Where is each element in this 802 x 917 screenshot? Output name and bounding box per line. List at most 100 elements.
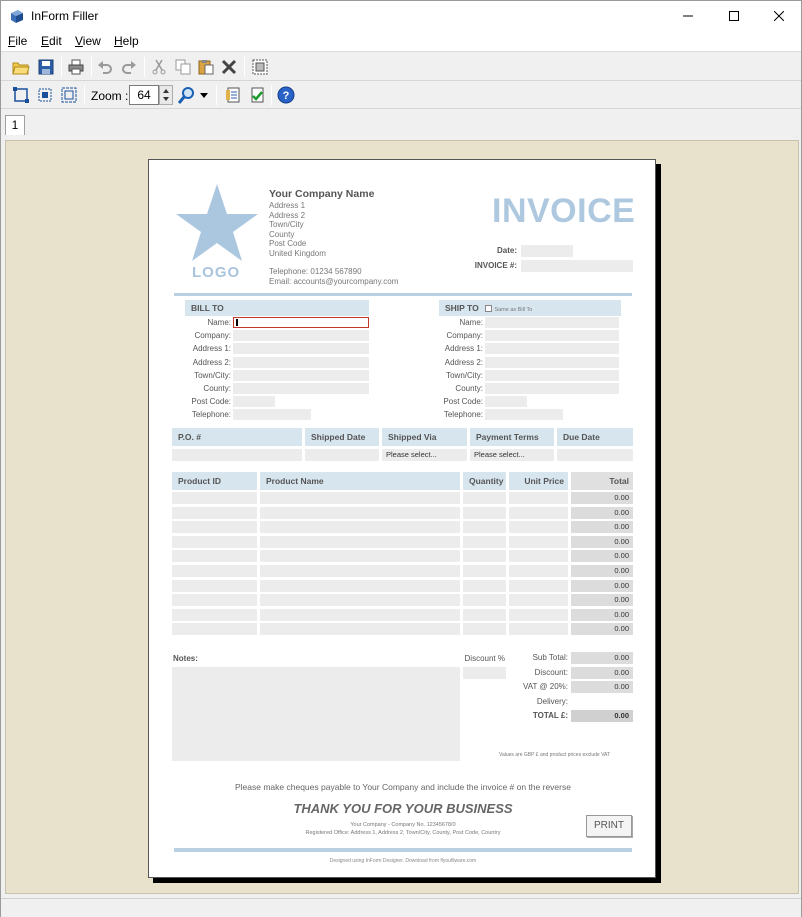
item-cell[interactable] xyxy=(260,535,460,548)
item-cell[interactable] xyxy=(260,521,460,534)
same-as-bill-checkbox[interactable] xyxy=(485,305,493,312)
item-cell[interactable] xyxy=(260,579,460,592)
item-cell[interactable] xyxy=(172,579,257,592)
notes-field[interactable] xyxy=(172,667,460,761)
item-cell[interactable] xyxy=(463,579,506,592)
print-button[interactable]: PRINT xyxy=(586,815,632,837)
item-cell[interactable] xyxy=(463,506,506,519)
paste-button[interactable] xyxy=(196,57,216,77)
item-cell[interactable] xyxy=(509,521,568,534)
item-cell[interactable] xyxy=(260,492,460,504)
bill-to-field[interactable] xyxy=(233,383,369,394)
bill-to-field[interactable] xyxy=(233,317,369,328)
item-cell[interactable] xyxy=(509,535,568,548)
item-cell[interactable] xyxy=(172,521,257,534)
date-field[interactable] xyxy=(521,245,573,257)
zoom-input[interactable]: 64 xyxy=(129,85,159,105)
ship-to-field[interactable] xyxy=(485,330,619,342)
item-cell[interactable] xyxy=(172,608,257,621)
open-button[interactable] xyxy=(11,57,31,77)
item-cell[interactable] xyxy=(463,594,506,607)
discount-pct-field[interactable] xyxy=(463,667,506,679)
menu-edit[interactable]: Edit xyxy=(41,34,62,48)
maximize-button[interactable] xyxy=(711,1,757,31)
invoice-number-field[interactable] xyxy=(521,260,633,272)
due-date-field[interactable] xyxy=(557,449,633,461)
item-cell[interactable] xyxy=(172,594,257,607)
minimize-button[interactable] xyxy=(665,1,711,31)
ship-to-field[interactable] xyxy=(485,409,563,421)
item-cell[interactable] xyxy=(260,550,460,563)
item-cell[interactable] xyxy=(260,608,460,621)
shipped-via-select[interactable]: Please select... xyxy=(382,449,467,461)
save-button[interactable] xyxy=(36,57,56,77)
cut-button[interactable] xyxy=(149,57,169,77)
validate-icon xyxy=(251,87,264,103)
menu-view[interactable]: View xyxy=(75,34,101,48)
bill-to-field[interactable] xyxy=(233,356,369,368)
delete-button[interactable] xyxy=(219,57,239,77)
ship-to-field[interactable] xyxy=(485,343,619,355)
item-cell[interactable] xyxy=(260,506,460,519)
ship-to-field[interactable] xyxy=(485,369,619,381)
zoom-button[interactable] xyxy=(177,85,197,105)
bill-to-field[interactable] xyxy=(233,369,369,381)
item-cell[interactable] xyxy=(509,608,568,621)
item-cell[interactable] xyxy=(509,506,568,519)
item-cell[interactable] xyxy=(509,550,568,563)
values-note: Values are GBP £ and product prices excl… xyxy=(499,752,611,758)
payment-terms-select[interactable]: Please select... xyxy=(470,449,554,461)
item-cell[interactable] xyxy=(172,550,257,563)
item-cell[interactable] xyxy=(463,565,506,577)
bill-to-field[interactable] xyxy=(233,343,369,355)
item-cell[interactable] xyxy=(509,579,568,592)
ship-to-field[interactable] xyxy=(485,356,619,368)
help-button[interactable]: ? xyxy=(276,85,296,105)
page-tab-1[interactable]: 1 xyxy=(5,115,25,135)
bill-to-header: BILL TO xyxy=(185,300,369,316)
item-cell[interactable] xyxy=(172,492,257,504)
zoom-dropdown[interactable] xyxy=(197,85,211,105)
actual-size-button[interactable] xyxy=(59,85,79,105)
item-cell[interactable] xyxy=(463,608,506,621)
item-cell[interactable] xyxy=(172,535,257,548)
copy-button[interactable] xyxy=(173,57,193,77)
item-cell[interactable] xyxy=(260,565,460,577)
item-cell[interactable] xyxy=(172,623,257,636)
item-cell[interactable] xyxy=(260,594,460,607)
item-cell[interactable] xyxy=(463,492,506,504)
print-button[interactable] xyxy=(66,57,86,77)
bill-to-field[interactable] xyxy=(233,409,311,421)
item-cell[interactable] xyxy=(463,535,506,548)
designed-note: Designed using InForm Designer. Download… xyxy=(329,858,477,864)
shipped-date-field[interactable] xyxy=(305,449,379,461)
item-cell[interactable] xyxy=(509,623,568,636)
fit-page-button[interactable] xyxy=(11,85,31,105)
bill-to-field[interactable] xyxy=(233,330,369,342)
close-button[interactable] xyxy=(756,1,802,31)
properties-button[interactable] xyxy=(223,85,243,105)
menu-file[interactable]: File xyxy=(8,34,27,48)
zoom-stepper[interactable] xyxy=(159,85,173,105)
ship-to-field[interactable] xyxy=(485,317,619,328)
fit-width-button[interactable] xyxy=(35,85,55,105)
select-all-button[interactable] xyxy=(250,57,270,77)
item-cell[interactable] xyxy=(509,492,568,504)
undo-button[interactable] xyxy=(95,57,115,77)
menu-help[interactable]: Help xyxy=(114,34,139,48)
ship-to-field[interactable] xyxy=(485,383,619,394)
bill-to-field[interactable] xyxy=(233,396,275,408)
summary-value[interactable] xyxy=(571,695,633,708)
item-cell[interactable] xyxy=(509,565,568,577)
ship-to-field[interactable] xyxy=(485,396,527,408)
item-cell[interactable] xyxy=(172,565,257,577)
po-field[interactable] xyxy=(172,449,302,461)
item-cell[interactable] xyxy=(260,623,460,636)
item-cell[interactable] xyxy=(463,521,506,534)
item-cell[interactable] xyxy=(463,623,506,636)
item-cell[interactable] xyxy=(509,594,568,607)
item-cell[interactable] xyxy=(463,550,506,563)
validate-button[interactable] xyxy=(247,85,267,105)
item-cell[interactable] xyxy=(172,506,257,519)
redo-button[interactable] xyxy=(119,57,139,77)
